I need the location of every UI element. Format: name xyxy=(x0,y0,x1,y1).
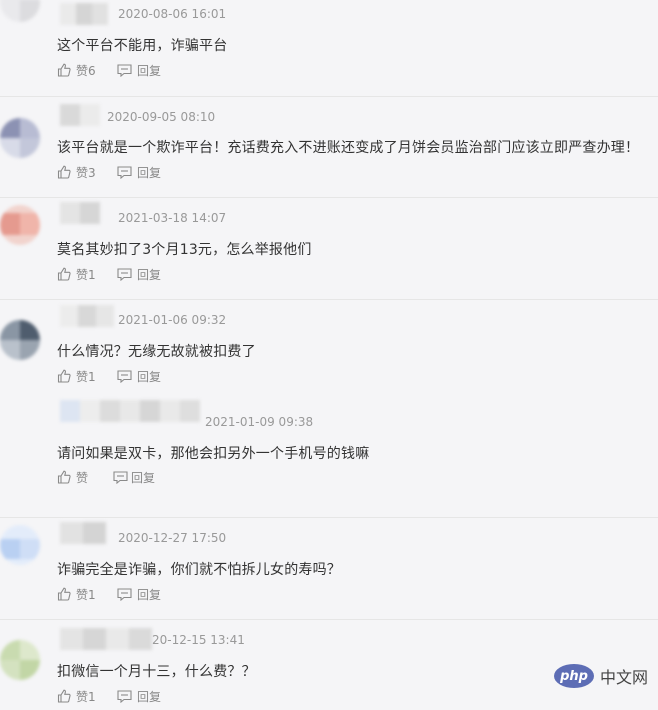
divider xyxy=(0,299,658,300)
username[interactable] xyxy=(60,522,106,544)
comment-text: 诈骗完全是诈骗，你们就不怕拆儿女的寿吗？ xyxy=(57,562,341,578)
comment-time: 2021-03-18 14:07 xyxy=(118,211,227,225)
divider xyxy=(0,197,658,198)
comment-text: 扣微信一个月十三，什么费？？ xyxy=(57,664,256,680)
comment-actions: 赞1 回复 xyxy=(57,265,161,283)
reply-button[interactable]: 回复 xyxy=(117,266,161,283)
watermark-text: 中文网 xyxy=(600,668,649,687)
thumbs-up-icon xyxy=(57,165,71,179)
thumbs-up-icon xyxy=(57,63,71,77)
comment-text: 莫名其妙扣了3个月13元，怎么举报他们 xyxy=(57,242,312,258)
like-button[interactable]: 赞1 xyxy=(57,586,117,603)
username[interactable] xyxy=(60,202,100,224)
comment-time: 2020-09-05 08:10 xyxy=(107,110,216,124)
comment-time: 2020-12-27 17:50 xyxy=(118,531,227,545)
username[interactable] xyxy=(60,104,100,126)
speech-bubble-icon xyxy=(113,470,128,484)
thumbs-up-icon xyxy=(57,267,71,281)
avatar[interactable] xyxy=(0,118,40,158)
reply-button[interactable]: 回复 xyxy=(117,164,161,181)
reply-label: 回复 xyxy=(137,369,162,384)
thumbs-up-icon xyxy=(57,470,71,484)
avatar[interactable] xyxy=(0,320,40,360)
comment-actions: 赞3 回复 xyxy=(57,163,161,181)
thumbs-up-icon xyxy=(57,587,71,601)
reply-button[interactable]: 回复 xyxy=(117,586,161,603)
reply-actions: 赞 回复 xyxy=(57,468,155,486)
reply-button[interactable]: 回复 xyxy=(113,469,155,486)
username[interactable] xyxy=(60,3,108,25)
like-button[interactable]: 赞1 xyxy=(57,266,117,283)
like-button[interactable]: 赞6 xyxy=(57,62,117,79)
reply-text: 请问如果是双卡，那他会扣另外一个手机号的钱嘛 xyxy=(57,446,370,462)
comment-actions: 赞1 回复 xyxy=(57,585,161,603)
like-button[interactable]: 赞1 xyxy=(57,368,117,385)
reply-button[interactable]: 回复 xyxy=(117,688,161,705)
divider xyxy=(0,619,658,620)
reply-label: 回复 xyxy=(137,587,162,602)
reply-label: 回复 xyxy=(137,267,162,282)
like-count: 赞1 xyxy=(76,587,96,602)
reply-label: 回复 xyxy=(137,689,162,704)
php-logo: php xyxy=(554,664,594,688)
like-button[interactable]: 赞3 xyxy=(57,164,117,181)
reply-username[interactable] xyxy=(60,400,200,422)
speech-bubble-icon xyxy=(117,267,132,281)
comment-text: 该平台就是一个欺诈平台！充话费充入不进账还变成了月饼会员监治部门应该立即严查办理… xyxy=(57,140,640,156)
reply-time: 2021-01-09 09:38 xyxy=(205,415,314,429)
reply-label: 回复 xyxy=(131,470,156,485)
divider xyxy=(0,517,658,518)
comment-actions: 赞6 回复 xyxy=(57,61,161,79)
avatar[interactable] xyxy=(0,525,40,565)
comment-time: 20-12-15 13:41 xyxy=(152,633,245,647)
comment-actions: 赞1 回复 xyxy=(57,687,161,705)
comment-time: 2020-08-06 16:01 xyxy=(118,7,227,21)
speech-bubble-icon xyxy=(117,587,132,601)
avatar[interactable] xyxy=(0,205,40,245)
speech-bubble-icon xyxy=(117,689,132,703)
speech-bubble-icon xyxy=(117,165,132,179)
thumbs-up-icon xyxy=(57,369,71,383)
comment-time: 2021-01-06 09:32 xyxy=(118,313,227,327)
username[interactable] xyxy=(60,628,152,650)
avatar[interactable] xyxy=(0,640,40,680)
speech-bubble-icon xyxy=(117,369,132,383)
like-count: 赞 xyxy=(76,470,89,485)
comment-text: 这个平台不能用，诈骗平台 xyxy=(57,38,228,54)
avatar[interactable] xyxy=(0,0,40,22)
reply-label: 回复 xyxy=(137,63,162,78)
like-count: 赞3 xyxy=(76,165,96,180)
watermark: php 中文网 xyxy=(554,664,648,688)
like-button[interactable]: 赞 xyxy=(57,469,113,486)
reply-label: 回复 xyxy=(137,165,162,180)
comment-actions: 赞1 回复 xyxy=(57,367,161,385)
like-count: 赞1 xyxy=(76,267,96,282)
reply-button[interactable]: 回复 xyxy=(117,368,161,385)
comment-text: 什么情况？无缘无故就被扣费了 xyxy=(57,344,256,360)
thumbs-up-icon xyxy=(57,689,71,703)
like-count: 赞1 xyxy=(76,689,96,704)
like-button[interactable]: 赞1 xyxy=(57,688,117,705)
speech-bubble-icon xyxy=(117,63,132,77)
divider xyxy=(0,96,658,97)
like-count: 赞6 xyxy=(76,63,96,78)
reply-button[interactable]: 回复 xyxy=(117,62,161,79)
like-count: 赞1 xyxy=(76,369,96,384)
username[interactable] xyxy=(60,305,114,327)
